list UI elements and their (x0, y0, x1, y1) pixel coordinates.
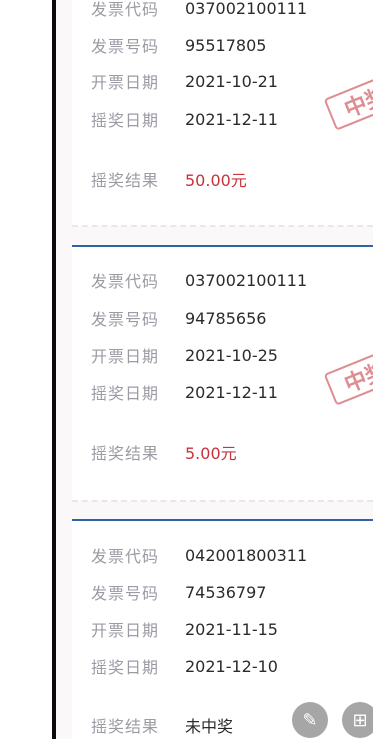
invoice-card[interactable]: 发票代码 037002100111 发票号码 94785656 开票日期 202… (72, 245, 373, 502)
invoice-card[interactable]: 发票代码 037002100111 发票号码 95517805 开票日期 202… (72, 0, 373, 227)
issue-date-value: 2021-11-15 (185, 619, 278, 639)
winning-stamp: 中奖 (323, 65, 373, 131)
card-top-border (72, 245, 373, 247)
draw-result-row: 摇奖结果 5.00元 (91, 440, 237, 464)
card-divider (72, 500, 373, 502)
invoice-number-label: 发票号码 (91, 37, 160, 56)
draw-result-row: 摇奖结果 未中奖 (91, 713, 233, 737)
invoice-number-value: 74536797 (185, 582, 267, 602)
draw-date-value: 2021-12-10 (185, 656, 278, 676)
draw-result-label: 摇奖结果 (91, 171, 160, 190)
invoice-code-value: 037002100111 (185, 270, 308, 290)
draw-result-value: 5.00元 (185, 444, 237, 463)
draw-result-value: 未中奖 (185, 717, 234, 736)
grid-icon: ⊞ (352, 709, 368, 731)
invoice-number-row: 发票号码 74536797 (91, 580, 266, 604)
invoice-code-label: 发票代码 (91, 272, 160, 291)
draw-date-value: 2021-12-11 (185, 109, 278, 129)
grid-float-button[interactable]: ⊞ (342, 702, 373, 738)
issue-date-value: 2021-10-21 (185, 71, 278, 91)
invoice-code-value: 037002100111 (185, 0, 308, 18)
invoice-card[interactable]: 发票代码 042001800311 发票号码 74536797 开票日期 202… (72, 519, 373, 739)
draw-date-row: 摇奖日期 2021-12-11 (91, 380, 278, 404)
invoice-code-row: 发票代码 037002100111 (91, 268, 307, 292)
draw-date-label: 摇奖日期 (91, 658, 160, 677)
issue-date-row: 开票日期 2021-10-25 (91, 343, 278, 367)
lottery-results-list[interactable]: 发票代码 037002100111 发票号码 95517805 开票日期 202… (56, 0, 373, 739)
issue-date-row: 开票日期 2021-10-21 (91, 69, 278, 93)
issue-date-label: 开票日期 (91, 73, 160, 92)
issue-date-row: 开票日期 2021-11-15 (91, 617, 278, 641)
invoice-code-value: 042001800311 (185, 545, 308, 565)
issue-date-label: 开票日期 (91, 347, 160, 366)
card-top-border (72, 519, 373, 521)
draw-result-label: 摇奖结果 (91, 717, 160, 736)
invoice-number-row: 发票号码 94785656 (91, 306, 266, 330)
left-margin (0, 0, 52, 739)
invoice-code-row: 发票代码 037002100111 (91, 0, 307, 20)
issue-date-value: 2021-10-25 (185, 345, 278, 365)
edit-float-button[interactable]: ✎ (292, 702, 328, 738)
invoice-number-row: 发票号码 95517805 (91, 33, 266, 57)
draw-result-label: 摇奖结果 (91, 444, 160, 463)
draw-date-row: 摇奖日期 2021-12-10 (91, 654, 278, 678)
draw-date-row: 摇奖日期 2021-12-11 (91, 107, 278, 131)
invoice-code-row: 发票代码 042001800311 (91, 543, 307, 567)
invoice-code-label: 发票代码 (91, 547, 160, 566)
draw-result-value: 50.00元 (185, 171, 247, 190)
draw-date-value: 2021-12-11 (185, 382, 278, 402)
issue-date-label: 开票日期 (91, 621, 160, 640)
pencil-icon: ✎ (302, 709, 318, 731)
card-divider (72, 225, 373, 227)
invoice-code-label: 发票代码 (91, 0, 160, 19)
draw-date-label: 摇奖日期 (91, 111, 160, 130)
draw-date-label: 摇奖日期 (91, 384, 160, 403)
invoice-number-label: 发票号码 (91, 584, 160, 603)
invoice-number-value: 95517805 (185, 35, 267, 55)
draw-result-row: 摇奖结果 50.00元 (91, 167, 247, 191)
invoice-number-label: 发票号码 (91, 310, 160, 329)
invoice-number-value: 94785656 (185, 308, 267, 328)
winning-stamp: 中奖 (323, 340, 373, 406)
